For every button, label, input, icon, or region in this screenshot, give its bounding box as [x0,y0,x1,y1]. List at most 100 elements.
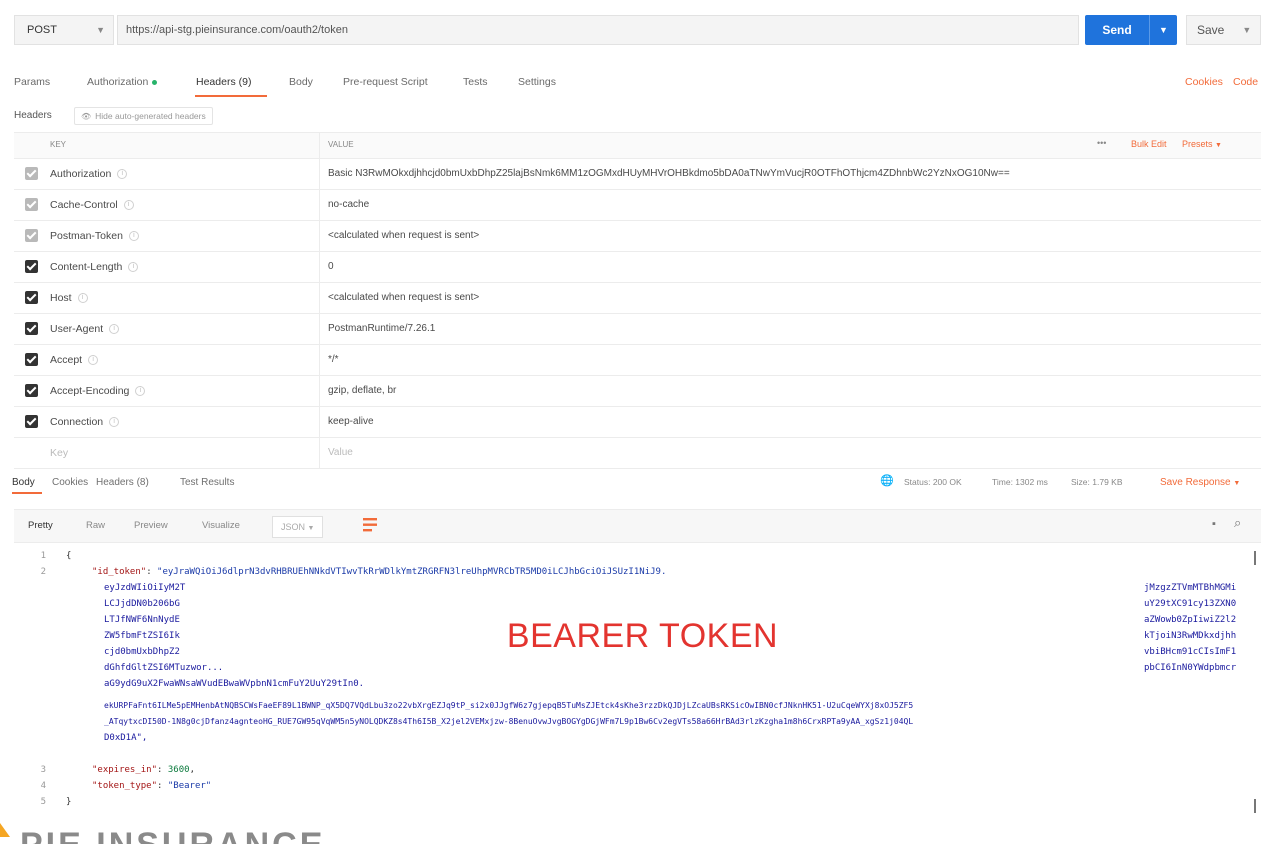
header-value[interactable]: PostmanRuntime/7.26.1 [328,314,1248,344]
new-value-input[interactable]: Value [328,438,1248,468]
header-key[interactable]: Postman-Token i [50,221,139,251]
info-icon[interactable]: i [77,293,88,304]
table-row: Connection i keep-alive [14,407,1261,438]
pie-logo-icon [0,823,10,837]
code-wrap-line: LTJfNWF6NnNydE [104,615,180,625]
hide-auto-generated-headers-button[interactable]: 👁 Hide auto-generated headers [74,107,213,125]
header-key[interactable]: Accept i [50,345,99,375]
code-wrap-line: D0xD1A", [104,733,148,743]
info-icon[interactable]: i [128,231,139,242]
bulk-edit-link[interactable]: Bulk Edit [1131,139,1167,149]
wrap-lines-icon[interactable] [363,517,377,533]
row-checkbox[interactable] [25,322,38,335]
column-divider [319,221,320,251]
more-options-icon[interactable]: ••• [1097,138,1106,148]
table-row: User-Agent i PostmanRuntime/7.26.1 [14,314,1261,345]
presets-label: Presets [1182,139,1213,149]
info-icon[interactable]: i [88,355,99,366]
code-wrap-line: kTjoiN3RwMDkxdjhh [1144,631,1237,641]
header-value[interactable]: gzip, deflate, br [328,376,1248,406]
row-checkbox[interactable] [25,167,38,180]
response-body-code: 1 2 3 4 5 { "id_token": "eyJraWQiOiJ6dlp… [14,541,1261,817]
row-checkbox[interactable] [25,415,38,428]
code-line-expires-in: "expires_in": 3600, [92,765,195,775]
header-key[interactable]: Content-Length i [50,252,139,282]
info-icon[interactable]: i [117,169,128,180]
info-icon[interactable]: i [128,262,139,273]
row-checkbox[interactable] [25,291,38,304]
json-string: "eyJraWQiOiJ6dlprN3dvRHBRUEhNNkdVTIwvTkR… [157,567,667,577]
info-icon[interactable]: i [109,324,120,335]
pretty-button[interactable]: Pretty [22,517,59,535]
header-value[interactable]: Basic N3RwMOkxdjhhcjd0bmUxbDhpZ25lajBsNm… [328,159,1248,189]
info-icon[interactable]: i [135,386,146,397]
table-row: Authorization i Basic N3RwMOkxdjhhcjd0bmUx… [14,159,1261,190]
scrollbar-bottom[interactable] [1254,799,1256,813]
format-value: JSON [281,522,306,532]
response-tab-test-results[interactable]: Test Results [180,477,234,488]
header-value[interactable]: <calculated when request is sent> [328,283,1248,313]
new-key-input[interactable]: Key [50,438,68,468]
info-icon[interactable]: i [109,417,120,428]
header-key-text: Connection [50,416,104,428]
tab-tests[interactable]: Tests [463,76,488,88]
header-key[interactable]: Cache-Control i [50,190,134,220]
tab-body[interactable]: Body [289,76,313,88]
info-icon[interactable]: i [123,200,134,211]
scrollbar-top[interactable] [1254,551,1256,565]
save-button[interactable]: Save ▼ [1186,15,1261,45]
presets-dropdown[interactable]: Presets ▼ [1182,139,1222,149]
header-value[interactable]: no-cache [328,190,1248,220]
line-number: 3 [40,765,46,775]
cookies-link[interactable]: Cookies [1185,76,1223,88]
response-size: Size: 1.79 KB [1071,477,1123,487]
header-value[interactable]: keep-alive [328,407,1248,437]
line-number: 2 [40,567,46,577]
header-value[interactable]: */* [328,345,1248,375]
header-key-text: Accept-Encoding [50,385,130,397]
tab-pre-request-script[interactable]: Pre-request Script [343,76,428,88]
row-checkbox[interactable] [25,260,38,273]
copy-icon[interactable]: ▪ [1212,518,1216,530]
method-select[interactable]: POST ▼ [14,15,114,45]
chevron-down-icon[interactable]: ▼ [1150,25,1177,35]
row-checkbox[interactable] [25,198,38,211]
row-checkbox[interactable] [25,229,38,242]
response-tab-cookies[interactable]: Cookies [52,477,88,488]
active-tab-underline [195,95,267,97]
code-wrap-line: vbiBHcm91cCIsImF1 [1144,647,1237,657]
save-response-dropdown[interactable]: Save Response ▼ [1160,477,1240,488]
visualize-button[interactable]: Visualize [196,517,246,535]
code-line-id-token: "id_token": "eyJraWQiOiJ6dlprN3dvRHBRUEh… [92,567,667,577]
raw-button[interactable]: Raw [80,517,111,535]
header-key[interactable]: Authorization i [50,159,128,189]
chevron-down-icon[interactable]: ▼ [1242,25,1251,35]
tab-settings[interactable]: Settings [518,76,556,88]
code-wrap-line: eyJzdWIiOiIyM2T [104,583,186,593]
row-checkbox[interactable] [25,353,38,366]
url-value: https://api-stg.pieinsurance.com/oauth2/… [126,24,348,36]
header-key[interactable]: Accept-Encoding i [50,376,146,406]
header-key[interactable]: Connection i [50,407,120,437]
format-select[interactable]: JSON ▼ [272,516,324,538]
send-button[interactable]: Send ▼ [1085,15,1177,45]
line-number: 1 [40,551,46,561]
tab-headers[interactable]: Headers (9) [196,76,251,88]
header-value[interactable]: <calculated when request is sent> [328,221,1248,251]
globe-icon[interactable]: 🌐 [880,474,894,487]
header-key[interactable]: User-Agent i [50,314,120,344]
header-key[interactable]: Host i [50,283,88,313]
header-key-text: User-Agent [50,323,104,335]
code-wrap-line: aG9ydG9uX2FwaWNsaWVudEBwaWVpbnN1cmFuY2Uu… [104,679,365,689]
response-tab-body[interactable]: Body [12,477,35,488]
row-checkbox[interactable] [25,384,38,397]
url-input[interactable]: https://api-stg.pieinsurance.com/oauth2/… [117,15,1079,45]
search-icon[interactable]: ⌕ [1234,515,1241,531]
header-value[interactable]: 0 [328,252,1248,282]
response-tab-headers[interactable]: Headers (8) [96,477,149,488]
tab-authorization[interactable]: Authorization [87,76,158,88]
tab-params[interactable]: Params [14,76,50,88]
send-label: Send [1102,23,1132,37]
code-link[interactable]: Code [1233,76,1258,88]
preview-button[interactable]: Preview [128,517,174,535]
